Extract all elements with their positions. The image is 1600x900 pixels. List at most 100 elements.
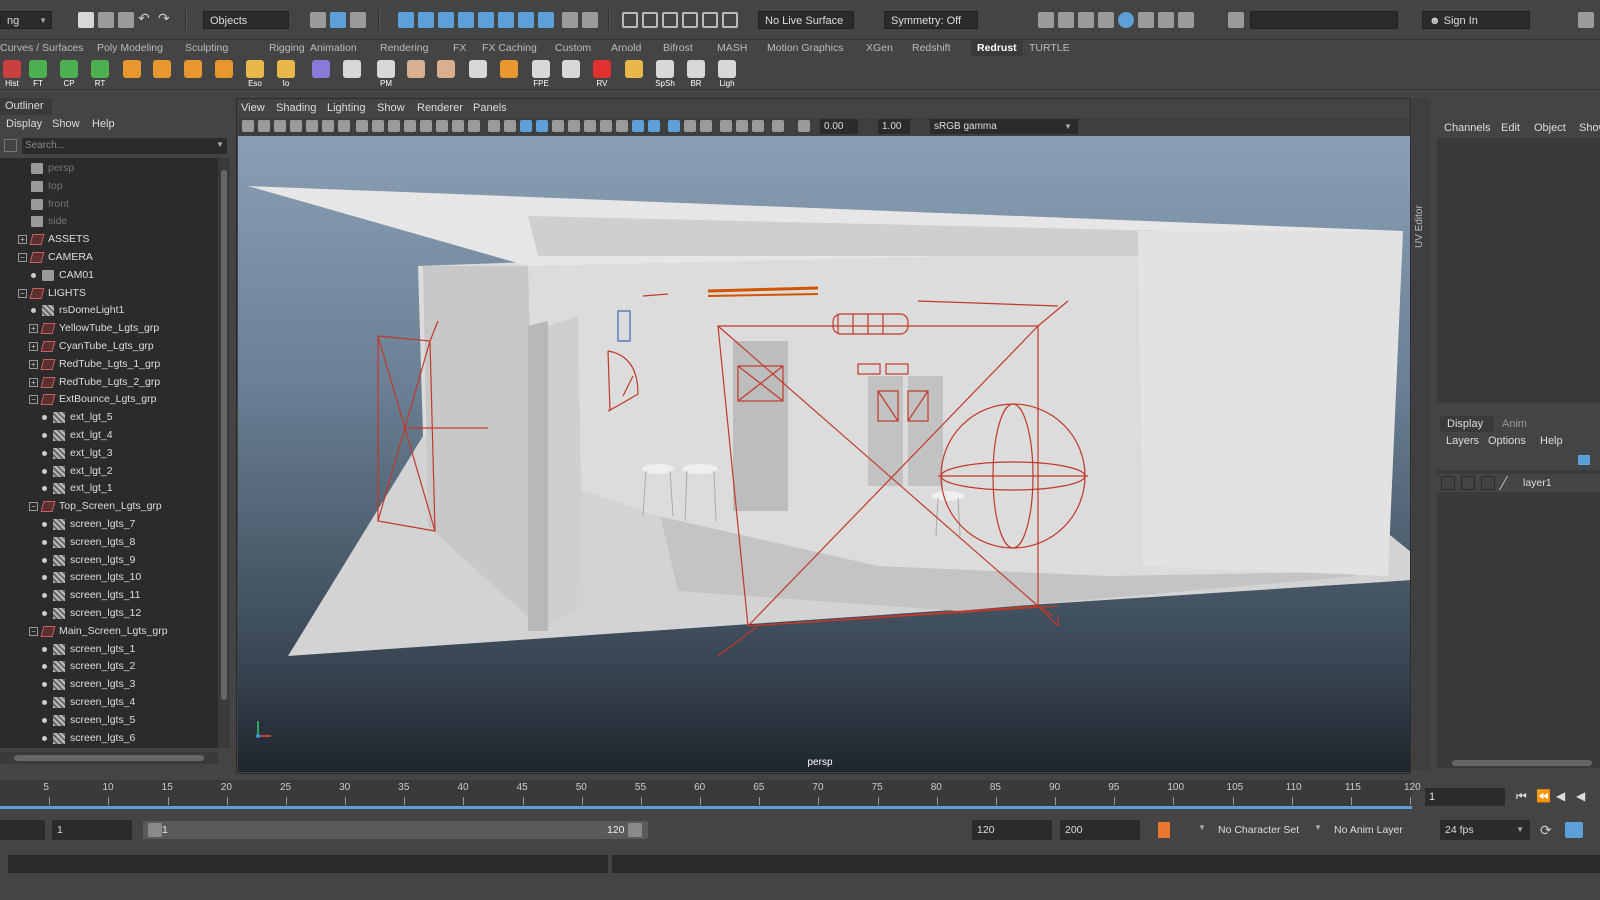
- viewport-tool-icon[interactable]: [436, 120, 448, 132]
- shelf-button[interactable]: PM: [374, 58, 398, 88]
- shelf-button[interactable]: Eso: [243, 58, 267, 88]
- channel-menu-edit[interactable]: Edit: [1501, 122, 1520, 134]
- ipr-render-icon[interactable]: [1078, 12, 1094, 28]
- shelf-button[interactable]: Ligh: [715, 58, 739, 88]
- settings-icon[interactable]: [1578, 12, 1594, 28]
- shelf-button[interactable]: [120, 58, 144, 88]
- symmetry-dropdown[interactable]: Symmetry: Off: [884, 11, 978, 29]
- layer-horizontal-scroll-thumb[interactable]: [1452, 760, 1592, 766]
- play-backwards-icon[interactable]: ◀: [1576, 789, 1585, 803]
- viewport-tool-icon[interactable]: [404, 120, 416, 132]
- viewport-menu-item[interactable]: Renderer: [417, 102, 463, 114]
- snap-curve-icon[interactable]: [418, 12, 434, 28]
- viewport-tool-icon[interactable]: [452, 120, 464, 132]
- outliner-row[interactable]: screen_lgts_3: [0, 676, 218, 694]
- outliner-row[interactable]: screen_lgts_5: [0, 712, 218, 730]
- outliner-row[interactable]: ext_lgt_5: [0, 409, 218, 427]
- viewport-tool-icon[interactable]: [504, 120, 516, 132]
- layer-tab-anim[interactable]: Anim: [1502, 418, 1527, 430]
- outliner-search-input[interactable]: Search...: [22, 138, 227, 154]
- hypershade-icon[interactable]: [1118, 12, 1134, 28]
- paint-select-icon[interactable]: [642, 12, 658, 28]
- shelf-tab[interactable]: Arnold: [611, 40, 641, 56]
- shelf-tab[interactable]: Sculpting: [185, 40, 228, 56]
- current-frame-field[interactable]: 1: [1425, 788, 1505, 806]
- viewport-tool-icon[interactable]: [584, 120, 596, 132]
- command-search-input[interactable]: [1250, 11, 1398, 29]
- outliner-row[interactable]: screen_lgts_8: [0, 534, 218, 552]
- viewport-tool-icon[interactable]: [322, 120, 334, 132]
- shelf-tab[interactable]: Bifrost: [663, 40, 693, 56]
- collapse-icon[interactable]: −: [29, 502, 38, 512]
- outliner-row[interactable]: top: [0, 178, 218, 196]
- outliner-row[interactable]: − ExtBounce_Lgts_grp: [0, 391, 218, 409]
- auto-key-icon[interactable]: [1158, 822, 1170, 838]
- shelf-button[interactable]: Hist: [0, 58, 24, 88]
- time-slider[interactable]: [0, 780, 1412, 808]
- shelf-tab[interactable]: TURTLE: [1029, 40, 1070, 56]
- exposure-field[interactable]: 0.00: [820, 119, 858, 134]
- lock-icon[interactable]: [562, 12, 578, 28]
- layer-menu-options[interactable]: Options: [1488, 435, 1526, 447]
- viewport-tool-icon[interactable]: [468, 120, 480, 132]
- loop-icon[interactable]: ⟳: [1540, 822, 1552, 839]
- outliner-row[interactable]: ext_lgt_3: [0, 445, 218, 463]
- layer-color-icon[interactable]: [1498, 476, 1522, 490]
- viewport-tool-icon[interactable]: [616, 120, 628, 132]
- viewport-tool-icon[interactable]: [668, 120, 680, 132]
- shelf-button[interactable]: CP: [57, 58, 81, 88]
- outliner-row[interactable]: − CAMERA: [0, 249, 218, 267]
- shelf-tab[interactable]: Rendering: [380, 40, 428, 56]
- layer-row[interactable]: layer1: [1437, 474, 1600, 492]
- outliner-row[interactable]: − Top_Screen_Lgts_grp: [0, 498, 218, 516]
- layer-menu-help[interactable]: Help: [1540, 435, 1563, 447]
- shelf-tab[interactable]: Redshift: [912, 40, 951, 56]
- viewport-tool-icon[interactable]: [648, 120, 660, 132]
- shelf-button[interactable]: [622, 58, 646, 88]
- render-view-icon[interactable]: [1138, 12, 1154, 28]
- viewport-tool-icon[interactable]: [736, 120, 748, 132]
- shelf-button[interactable]: [309, 58, 333, 88]
- layer-tab-display[interactable]: Display: [1447, 418, 1483, 430]
- live-surface-field[interactable]: No Live Surface: [758, 11, 854, 29]
- shelf-button[interactable]: [434, 58, 458, 88]
- expand-icon[interactable]: +: [18, 235, 27, 245]
- snap-projected-center-icon[interactable]: [458, 12, 474, 28]
- select-hierarchy-icon[interactable]: [310, 12, 326, 28]
- chevron-down-icon[interactable]: ▼: [1198, 823, 1206, 832]
- snap-grid-icon[interactable]: [398, 12, 414, 28]
- viewport-menu-item[interactable]: Lighting: [327, 102, 366, 114]
- shelf-tab[interactable]: Rigging: [269, 40, 305, 56]
- shelf-button[interactable]: RV: [590, 58, 614, 88]
- shelf-button[interactable]: [181, 58, 205, 88]
- layer-display-type-toggle[interactable]: [1481, 476, 1495, 490]
- soft-select-icon[interactable]: [682, 12, 698, 28]
- expand-icon[interactable]: +: [29, 342, 38, 351]
- outliner-row[interactable]: ext_lgt_1: [0, 480, 218, 498]
- viewport-menu-item[interactable]: Shading: [276, 102, 316, 114]
- shelf-button[interactable]: SpSh: [653, 58, 677, 88]
- shelf-tab[interactable]: Redrust: [971, 40, 1023, 56]
- outliner-row[interactable]: side: [0, 213, 218, 231]
- shelf-button[interactable]: [212, 58, 236, 88]
- viewport-tool-icon[interactable]: [552, 120, 564, 132]
- viewport-tool-icon[interactable]: [536, 120, 548, 132]
- lasso-icon[interactable]: [622, 12, 638, 28]
- rotate-tool-icon[interactable]: [702, 12, 718, 28]
- outliner-row[interactable]: screen_lgts_12: [0, 605, 218, 623]
- open-scene-icon[interactable]: [98, 12, 114, 28]
- collapse-icon[interactable]: −: [29, 626, 38, 636]
- outliner-menu-show[interactable]: Show: [52, 118, 80, 130]
- viewport-tool-icon[interactable]: [488, 120, 500, 132]
- viewport-tool-icon[interactable]: [520, 120, 532, 132]
- save-scene-icon[interactable]: [118, 12, 134, 28]
- outliner-row[interactable]: screen_lgts_10: [0, 569, 218, 587]
- viewport-tool-icon[interactable]: [772, 120, 784, 132]
- expand-icon[interactable]: +: [29, 359, 38, 369]
- selection-mask-dropdown[interactable]: Objects: [203, 11, 289, 29]
- help-snap-icon[interactable]: [538, 12, 554, 28]
- outliner-row[interactable]: + CyanTube_Lgts_grp: [0, 338, 218, 356]
- select-object-icon[interactable]: [330, 12, 346, 28]
- collapse-icon[interactable]: −: [18, 253, 27, 262]
- render-icon[interactable]: [1038, 12, 1054, 28]
